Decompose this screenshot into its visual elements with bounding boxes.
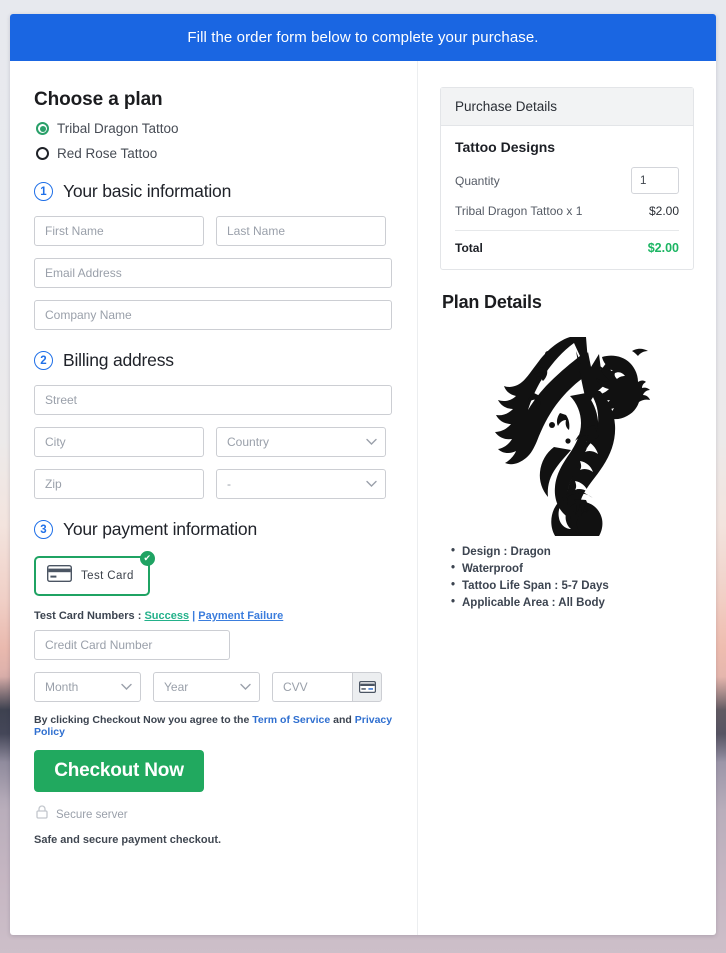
radio-unselected-icon[interactable]	[36, 147, 49, 160]
email-field-row	[34, 258, 401, 288]
plan-option-label: Red Rose Tattoo	[57, 146, 158, 161]
country-select-wrapper[interactable]: Country	[216, 427, 386, 457]
order-form-column: Choose a plan Tribal Dragon Tattoo Red R…	[10, 61, 418, 935]
step-3-title: Your payment information	[63, 519, 257, 539]
card-body: Choose a plan Tribal Dragon Tattoo Red R…	[10, 61, 716, 935]
lock-icon	[36, 805, 48, 824]
terms-agreement-text: By clicking Checkout Now you agree to th…	[34, 714, 401, 738]
banner-text: Fill the order form below to complete yo…	[187, 29, 539, 46]
step-1-number: 1	[34, 182, 53, 201]
company-name-input[interactable]	[34, 300, 392, 330]
step-1-header: 1 Your basic information	[34, 181, 401, 202]
street-input[interactable]	[34, 385, 392, 415]
email-input[interactable]	[34, 258, 392, 288]
state-select[interactable]: -	[216, 469, 386, 499]
state-select-wrapper[interactable]: -	[216, 469, 386, 499]
line-item-price: $2.00	[648, 204, 679, 218]
list-item: Tattoo Life Span : 5-7 Days	[451, 579, 694, 592]
terms-of-service-link[interactable]: Term of Service	[252, 714, 330, 726]
cvv-input[interactable]	[272, 672, 352, 702]
name-field-row	[34, 216, 401, 246]
total-price: $2.00	[647, 241, 679, 255]
success-test-card-link[interactable]: Success	[144, 610, 189, 622]
total-row: Total $2.00	[455, 241, 679, 255]
list-item: Waterproof	[451, 562, 694, 575]
zip-input[interactable]	[34, 469, 204, 499]
cvv-group	[272, 672, 382, 702]
agree-mid: and	[330, 714, 355, 726]
first-name-input[interactable]	[34, 216, 204, 246]
company-field-row	[34, 300, 401, 330]
list-item: Design : Dragon	[451, 545, 694, 558]
test-card-separator: |	[189, 610, 199, 622]
plan-option-label: Tribal Dragon Tattoo	[57, 121, 179, 136]
safe-checkout-note: Safe and secure payment checkout.	[34, 834, 222, 846]
summary-divider	[455, 230, 679, 231]
country-select[interactable]: Country	[216, 427, 386, 457]
choose-plan-heading: Choose a plan	[34, 89, 163, 110]
payment-failure-test-card-link[interactable]: Payment Failure	[198, 610, 283, 622]
agree-prefix: By clicking Checkout Now you agree to th…	[34, 714, 253, 726]
quantity-row: Quantity	[455, 167, 679, 194]
test-card-numbers-line: Test Card Numbers : Success | Payment Fa…	[34, 610, 401, 622]
card-number-row	[34, 630, 401, 660]
checkout-now-button[interactable]: Checkout Now	[34, 750, 204, 792]
plan-option-tribal-dragon-tattoo[interactable]: Tribal Dragon Tattoo	[36, 121, 401, 136]
test-card-prefix: Test Card Numbers :	[34, 610, 145, 622]
step-2-number: 2	[34, 351, 53, 370]
step-3-header: 3 Your payment information	[34, 519, 401, 540]
city-input[interactable]	[34, 427, 204, 457]
month-select-wrapper[interactable]: Month	[34, 672, 141, 702]
list-item: Applicable Area : All Body	[451, 596, 694, 609]
page-banner: Fill the order form below to complete yo…	[10, 14, 716, 61]
total-label: Total	[455, 241, 483, 255]
quantity-input[interactable]	[631, 167, 679, 194]
purchase-details-body: Tattoo Designs Quantity Tribal Dragon Ta…	[441, 126, 693, 269]
radio-selected-icon[interactable]	[36, 122, 49, 135]
secure-server-row: Secure server	[36, 805, 401, 824]
plan-option-red-rose-tattoo[interactable]: Red Rose Tattoo	[36, 146, 401, 161]
street-field-row	[34, 385, 401, 415]
quantity-label: Quantity	[455, 173, 500, 188]
tribal-dragon-tattoo-illustration	[495, 337, 650, 536]
step-2-title: Billing address	[63, 350, 174, 370]
plan-image	[440, 321, 694, 536]
step-3-number: 3	[34, 520, 53, 539]
line-item-label: Tribal Dragon Tattoo x 1	[455, 204, 583, 218]
year-select-wrapper[interactable]: Year	[153, 672, 260, 702]
city-country-row: Country	[34, 427, 401, 457]
zip-state-row: -	[34, 469, 401, 499]
plan-features-list: Design : Dragon Waterproof Tattoo Life S…	[451, 545, 694, 609]
purchase-details-header: Purchase Details	[441, 88, 693, 126]
line-item-row: Tribal Dragon Tattoo x 1 $2.00	[455, 204, 679, 218]
step-2-header: 2 Billing address	[34, 350, 401, 371]
secure-server-label: Secure server	[56, 808, 128, 821]
purchase-details-box: Purchase Details Tattoo Designs Quantity…	[440, 87, 694, 270]
credit-card-icon	[46, 564, 73, 587]
cvv-help-card-icon[interactable]	[352, 672, 382, 702]
plan-details-title: Plan Details	[442, 292, 542, 312]
product-title: Tattoo Designs	[455, 139, 556, 155]
purchase-summary-column: Purchase Details Tattoo Designs Quantity…	[418, 61, 716, 935]
expiry-year-select[interactable]: Year	[153, 672, 260, 702]
expiry-month-select[interactable]: Month	[34, 672, 141, 702]
payment-method-label: Test Card	[81, 570, 134, 582]
payment-method-test-card[interactable]: ✔ Test Card	[34, 551, 155, 596]
credit-card-number-input[interactable]	[34, 630, 230, 660]
step-1-title: Your basic information	[63, 181, 232, 201]
last-name-input[interactable]	[216, 216, 386, 246]
check-circle-icon: ✔	[139, 551, 155, 566]
expiry-cvv-row: Month Year	[34, 672, 401, 702]
checkout-card: Fill the order form below to complete yo…	[10, 14, 716, 935]
